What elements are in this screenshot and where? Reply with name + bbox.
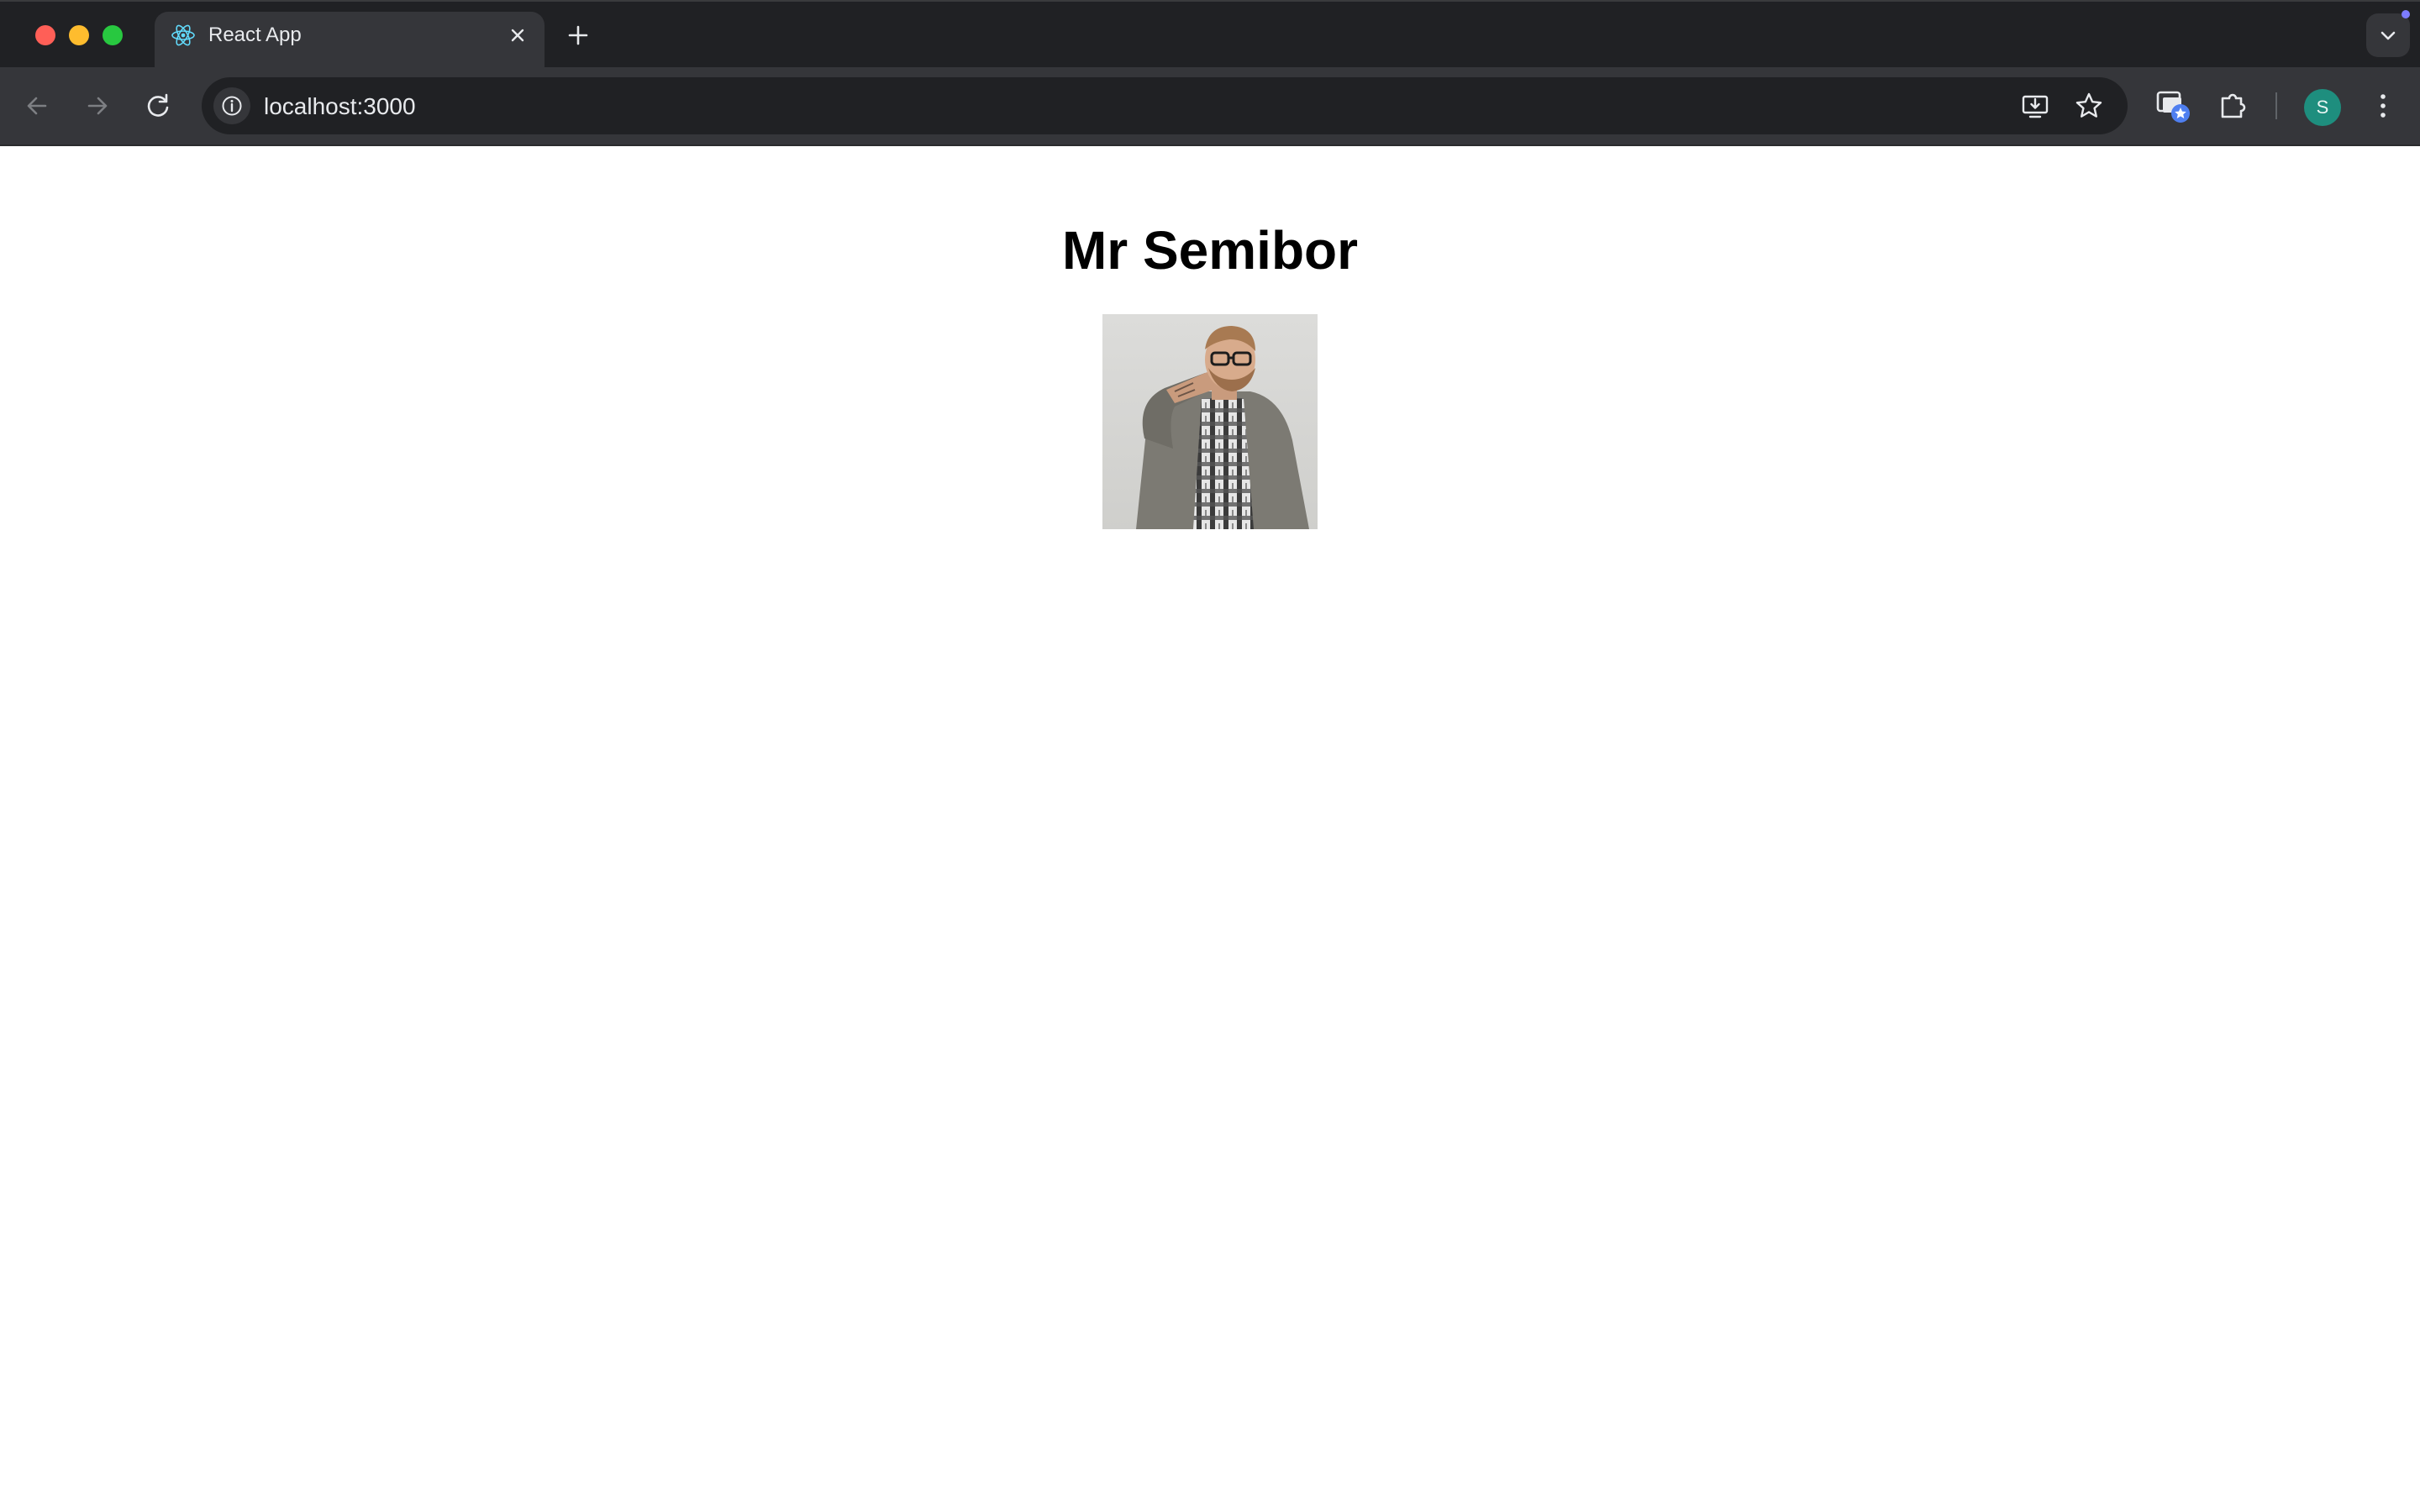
chevron-down-icon (2381, 31, 2396, 40)
forward-arrow-icon[interactable] (81, 89, 114, 123)
notification-dot (2402, 10, 2410, 18)
extension-icon[interactable] (2154, 87, 2191, 124)
more-vertical-icon[interactable] (2365, 87, 2402, 124)
close-window-button[interactable] (35, 25, 55, 45)
page-viewport: Mr Semibor (0, 146, 2420, 1512)
plus-icon[interactable] (563, 20, 593, 50)
tab-strip: React App (0, 0, 2420, 69)
url-text[interactable]: localhost:3000 (264, 94, 416, 119)
person-illustration (1102, 314, 1318, 529)
browser-window: React App localhost:3000 S Mr Semibor (0, 0, 2420, 1512)
profile-avatar[interactable]: S (2304, 89, 2341, 126)
install-app-icon[interactable] (2020, 91, 2050, 121)
react-logo-icon (170, 22, 197, 49)
address-bar[interactable]: localhost:3000 (202, 77, 2128, 134)
tab-search-button[interactable] (2366, 13, 2410, 57)
page-title: Mr Semibor (1061, 220, 1359, 281)
toolbar-divider (2275, 92, 2277, 119)
reload-icon[interactable] (141, 89, 175, 123)
close-icon[interactable] (504, 22, 531, 49)
profile-photo (1102, 314, 1318, 529)
tab-title: React App (208, 24, 302, 46)
maximize-window-button[interactable] (103, 25, 123, 45)
star-icon[interactable] (2074, 91, 2104, 121)
tab-react-app[interactable]: React App (155, 12, 544, 69)
puzzle-icon[interactable] (2215, 87, 2252, 124)
minimize-window-button[interactable] (69, 25, 89, 45)
browser-toolbar: localhost:3000 S (0, 67, 2420, 146)
info-icon[interactable] (213, 87, 250, 124)
back-arrow-icon[interactable] (20, 89, 54, 123)
